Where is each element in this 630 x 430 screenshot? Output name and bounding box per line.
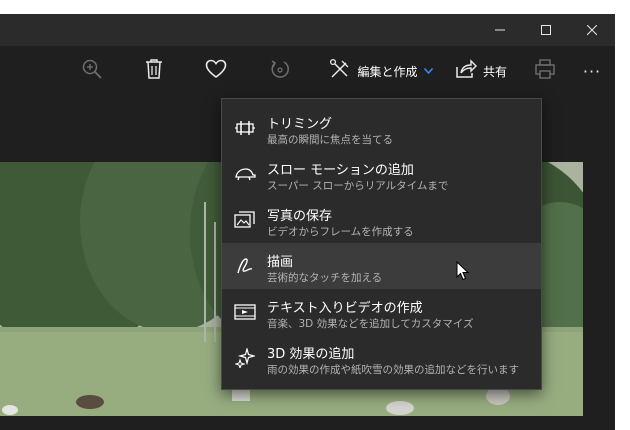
delete-button[interactable]	[140, 46, 168, 96]
mouse-cursor-icon	[456, 260, 470, 281]
video-text-icon	[234, 301, 256, 323]
zoom-button[interactable]	[78, 46, 106, 96]
minimize-button[interactable]	[477, 14, 523, 46]
menu-item-subtitle: 最高の瞬間に焦点を当てる	[267, 134, 393, 146]
maximize-icon	[541, 25, 551, 35]
sparkle-icon	[234, 347, 256, 369]
edit-create-label: 編集と作成	[357, 64, 418, 79]
menu-item-draw[interactable]: 描画 芸術的なタッチを加える	[222, 243, 541, 289]
scrollbar-area	[583, 96, 615, 430]
share-label: 共有	[482, 64, 507, 79]
menu-item-title: スロー モーションの追加	[267, 163, 414, 178]
close-button[interactable]	[569, 14, 615, 46]
trash-icon	[144, 58, 164, 84]
title-bar	[0, 14, 615, 46]
menu-item-save-photo[interactable]: 写真の保存 ビデオからフレームを作成する	[222, 197, 541, 243]
edit-create-icon	[329, 58, 351, 84]
favorite-button[interactable]	[201, 46, 231, 96]
menu-item-video-with-text[interactable]: テキスト入りビデオの作成 音楽、3D 効果などを追加してカスタマイズ	[222, 289, 541, 335]
trim-icon	[234, 117, 256, 139]
menu-item-subtitle: 雨の効果の作成や紙吹雪の効果の追加などを行います	[267, 364, 519, 376]
edit-create-button[interactable]: 編集と作成	[328, 46, 434, 96]
printer-icon	[534, 58, 556, 84]
zoom-in-icon	[81, 58, 103, 84]
print-button[interactable]	[531, 46, 559, 96]
menu-item-subtitle: 音楽、3D 効果などを追加してカスタマイズ	[267, 318, 474, 330]
menu-item-title: トリミング	[267, 117, 333, 132]
menu-item-trim[interactable]: トリミング 最高の瞬間に焦点を当てる	[222, 105, 541, 151]
share-icon	[455, 59, 477, 83]
more-options-button[interactable]: ···	[578, 46, 606, 96]
turtle-icon	[234, 163, 256, 185]
close-icon	[587, 25, 597, 35]
menu-item-subtitle: ビデオからフレームを作成する	[267, 226, 414, 238]
toolbar: 編集と作成 共有 ···	[0, 46, 615, 96]
menu-item-title: テキスト入りビデオの作成	[267, 301, 423, 316]
rotate-icon	[269, 58, 291, 84]
menu-item-title: 描画	[267, 255, 294, 270]
save-photo-icon	[234, 209, 256, 231]
heart-icon	[205, 59, 227, 83]
menu-item-title: 3D 効果の追加	[267, 347, 355, 362]
edit-create-menu: トリミング 最高の瞬間に焦点を当てる スロー モーションの追加 スーパー スロー…	[221, 98, 542, 390]
menu-item-3d-effects[interactable]: 3D 効果の追加 雨の効果の作成や紙吹雪の効果の追加などを行います	[222, 335, 541, 381]
maximize-button[interactable]	[523, 14, 569, 46]
minimize-icon	[495, 25, 505, 35]
chevron-down-icon	[423, 66, 433, 77]
rotate-button[interactable]	[265, 46, 295, 96]
pen-icon	[234, 255, 256, 277]
share-button[interactable]: 共有	[452, 46, 510, 96]
menu-item-slow-motion[interactable]: スロー モーションの追加 スーパー スローからリアルタイムまで	[222, 151, 541, 197]
menu-item-subtitle: スーパー スローからリアルタイムまで	[267, 180, 449, 192]
menu-item-subtitle: 芸術的なタッチを加える	[267, 272, 383, 284]
menu-item-title: 写真の保存	[267, 209, 333, 224]
